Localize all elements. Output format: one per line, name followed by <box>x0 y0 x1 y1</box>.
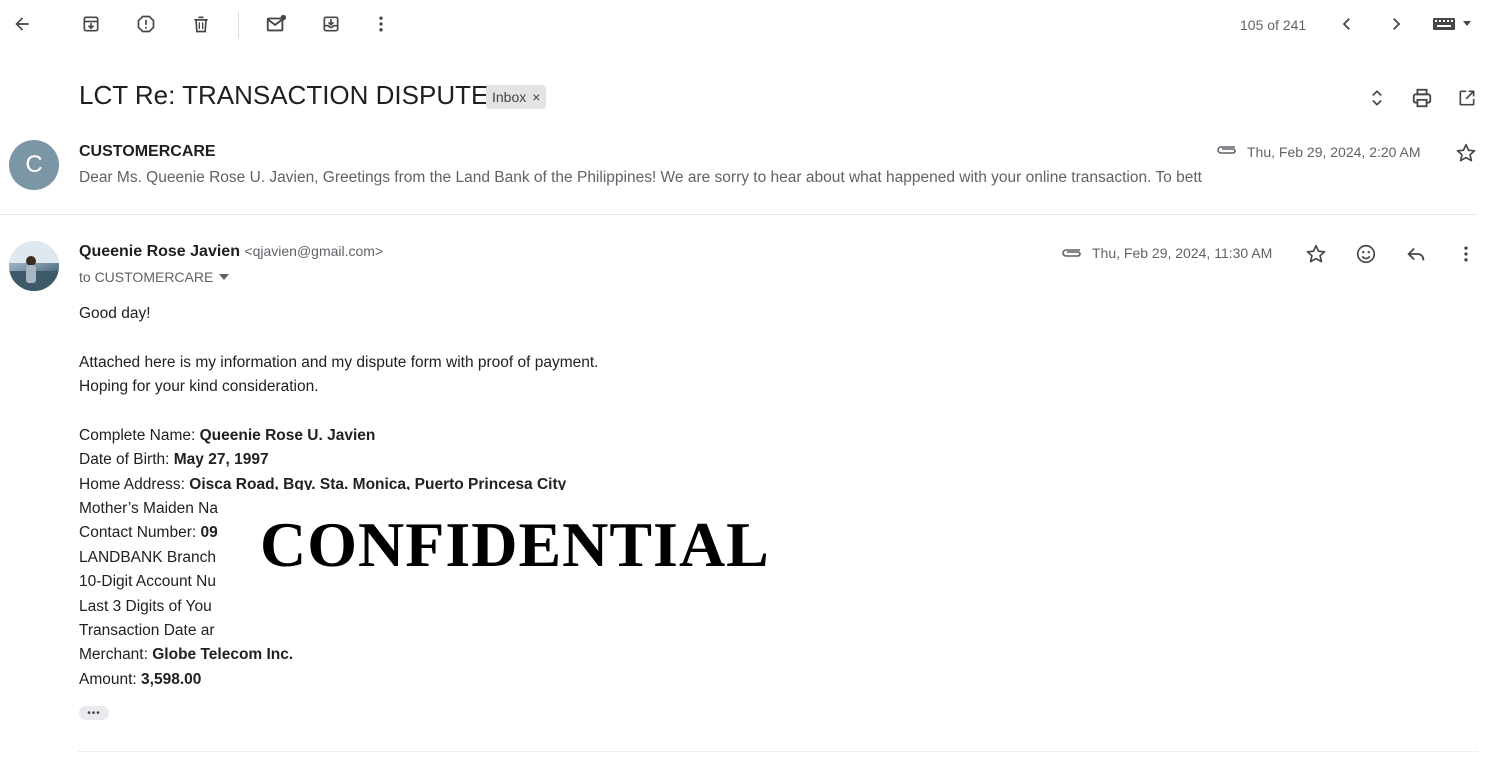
toolbar-separator <box>238 12 239 38</box>
message-date[interactable]: Thu, Feb 29, 2024, 11:30 AM <box>1092 245 1272 261</box>
mark-unread-icon[interactable] <box>260 8 292 40</box>
label-text: Inbox <box>492 89 527 105</box>
field-complete-name: Complete Name: Queenie Rose U. Javien <box>79 427 376 444</box>
field-merchant: Merchant: Globe Telecom Inc. <box>79 646 294 663</box>
reply-icon[interactable] <box>1400 238 1432 270</box>
message-snippet[interactable]: Dear Ms. Queenie Rose U. Javien, Greetin… <box>79 169 1259 187</box>
attachment-icon <box>1214 141 1240 159</box>
delete-icon[interactable] <box>185 8 217 40</box>
message-divider <box>0 214 1478 215</box>
field-transaction-date: Transaction Date ar <box>79 622 215 639</box>
field-last-3-digits: Last 3 Digits of You <box>79 598 212 615</box>
print-icon[interactable] <box>1406 82 1438 114</box>
inbox-label-chip[interactable]: Inbox × <box>486 85 547 109</box>
open-in-new-window-icon[interactable] <box>1451 82 1483 114</box>
sender-name[interactable]: CUSTOMERCARE <box>79 143 216 161</box>
attachment-icon <box>1059 244 1085 262</box>
chevron-down-icon[interactable] <box>219 273 230 281</box>
avatar[interactable]: C <box>9 140 59 190</box>
field-account-number: 10-Digit Account Nu <box>79 573 216 590</box>
star-icon[interactable] <box>1450 137 1482 169</box>
field-landbank-branch: LANDBANK Branch <box>79 549 216 566</box>
confidential-text: CONFIDENTIAL <box>260 509 770 580</box>
field-contact-number: Contact Number: 09 <box>79 524 218 541</box>
move-to-icon[interactable] <box>315 8 347 40</box>
archive-icon[interactable] <box>75 8 107 40</box>
sender-line: Queenie Rose Javien <qjavien@gmail.com> <box>79 243 383 261</box>
input-tools-icon[interactable] <box>1428 8 1476 40</box>
avatar[interactable] <box>9 241 59 291</box>
remove-label-button[interactable]: × <box>532 90 540 104</box>
body-line-2: Hoping for your kind consideration. <box>79 378 319 395</box>
emoji-reaction-icon[interactable] <box>1350 238 1382 270</box>
field-mothers-maiden-name: Mother’s Maiden Na <box>79 500 218 517</box>
older-chevron-icon[interactable] <box>1380 8 1412 40</box>
field-date-of-birth: Date of Birth: May 27, 1997 <box>79 451 269 468</box>
email-subject: LCT Re: TRANSACTION DISPUTE <box>79 80 489 110</box>
body-line-1: Attached here is my information and my d… <box>79 354 599 371</box>
body-greeting: Good day! <box>79 305 151 322</box>
recipient-details-toggle[interactable]: to CUSTOMERCARE <box>79 269 230 285</box>
show-trimmed-content-button[interactable]: ••• <box>79 706 109 720</box>
bottom-divider <box>79 751 1478 752</box>
recipient-text: to CUSTOMERCARE <box>79 269 214 285</box>
newer-chevron-icon[interactable] <box>1331 8 1363 40</box>
confidential-redaction: CONFIDENTIAL <box>220 490 820 610</box>
more-options-icon[interactable] <box>365 8 397 40</box>
star-icon[interactable] <box>1300 238 1332 270</box>
back-icon[interactable] <box>6 8 38 40</box>
report-spam-icon[interactable] <box>130 8 162 40</box>
message-more-options-icon[interactable] <box>1450 238 1482 270</box>
sender-email: <qjavien@gmail.com> <box>244 243 384 259</box>
message-date[interactable]: Thu, Feb 29, 2024, 2:20 AM <box>1247 144 1421 160</box>
field-amount: Amount: 3,598.00 <box>79 671 202 688</box>
sender-name[interactable]: Queenie Rose Javien <box>79 243 240 260</box>
pager-text: 105 of 241 <box>1240 17 1307 33</box>
expand-all-icon[interactable] <box>1361 82 1393 114</box>
